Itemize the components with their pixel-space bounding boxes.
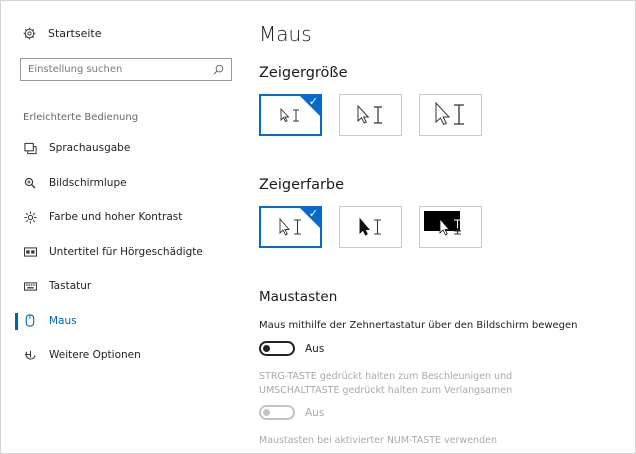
mouse-keys-toggle[interactable] xyxy=(259,341,295,356)
main-content: Maus Zeigergröße ✓ Zeigerfarbe ✓ Maustas… xyxy=(259,1,629,453)
sidebar-item-label: Untertitel für Hörgeschädigte xyxy=(49,245,203,258)
more-options-icon xyxy=(23,348,37,362)
mouse-keys-toggle-row: Aus xyxy=(259,341,324,356)
pointer-color-white-tile[interactable]: ✓ xyxy=(259,206,322,248)
mouse-keys-description: Maus mithilfe der Zehnertastatur über de… xyxy=(259,320,578,331)
toggle-knob xyxy=(263,345,270,352)
speed-toggle[interactable] xyxy=(259,405,295,420)
pointer-cursor-icon xyxy=(435,102,464,126)
pointer-size-options: ✓ xyxy=(259,94,482,136)
speed-toggle-row: Aus xyxy=(259,405,324,420)
check-icon: ✓ xyxy=(308,95,318,108)
search-icon[interactable] xyxy=(213,64,224,75)
pointer-cursor-icon xyxy=(357,104,382,124)
sidebar-item-color-contrast[interactable]: Farbe und hoher Kontrast xyxy=(1,200,241,235)
magnifier-icon xyxy=(23,176,37,190)
search-box[interactable] xyxy=(20,58,232,81)
keyboard-icon xyxy=(23,279,37,293)
search-input[interactable] xyxy=(28,64,213,75)
sidebar: Startseite Erleichterte Bedienung Sprach… xyxy=(1,1,241,453)
page-title: Maus xyxy=(259,22,312,46)
numlock-description: Maustasten bei aktivierter NUM-TASTE ver… xyxy=(259,435,497,446)
ctrl-shift-description-line2: UMSCHALTTASTE gedrückt halten zum Verlan… xyxy=(259,385,513,396)
home-label: Startseite xyxy=(48,27,102,40)
section-label: Erleichterte Bedienung xyxy=(23,112,139,123)
mouse-icon xyxy=(23,314,37,328)
narrator-icon xyxy=(23,141,37,155)
brightness-icon xyxy=(23,210,37,224)
pointer-size-large-tile[interactable] xyxy=(419,94,482,136)
pointer-color-inverted-tile[interactable] xyxy=(419,206,482,248)
pointer-size-heading: Zeigergröße xyxy=(259,65,348,81)
toggle-state-label: Aus xyxy=(305,342,325,355)
sidebar-item-label: Maus xyxy=(49,314,77,327)
sidebar-nav: Sprachausgabe Bildschirmlupe Farbe und h… xyxy=(1,131,241,373)
sidebar-item-label: Sprachausgabe xyxy=(49,142,131,155)
home-link[interactable]: Startseite xyxy=(23,27,102,40)
toggle-knob xyxy=(263,409,270,416)
sidebar-item-magnifier[interactable]: Bildschirmlupe xyxy=(1,166,241,201)
sidebar-item-more-options[interactable]: Weitere Optionen xyxy=(1,338,241,373)
pointer-size-small-tile[interactable]: ✓ xyxy=(259,94,322,136)
closed-captions-icon xyxy=(23,245,37,259)
sidebar-item-mouse[interactable]: Maus xyxy=(1,304,241,339)
ctrl-shift-description-line1: STRG-TASTE gedrückt halten zum Beschleun… xyxy=(259,371,513,382)
pointer-color-heading: Zeigerfarbe xyxy=(259,177,345,193)
pointer-color-black-tile[interactable] xyxy=(339,206,402,248)
pointer-cursor-icon xyxy=(439,217,461,236)
check-icon: ✓ xyxy=(308,207,318,220)
pointer-color-options: ✓ xyxy=(259,206,482,248)
mouse-keys-heading: Maustasten xyxy=(259,289,338,305)
pointer-cursor-icon xyxy=(359,217,381,236)
sidebar-item-label: Farbe und hoher Kontrast xyxy=(49,211,183,224)
sidebar-item-label: Tastatur xyxy=(49,280,92,293)
pointer-size-medium-tile[interactable] xyxy=(339,94,402,136)
settings-window: Startseite Erleichterte Bedienung Sprach… xyxy=(0,0,636,454)
sidebar-item-closed-captions[interactable]: Untertitel für Hörgeschädigte xyxy=(1,235,241,270)
sidebar-item-label: Bildschirmlupe xyxy=(49,176,127,189)
toggle-state-label: Aus xyxy=(305,406,325,419)
sidebar-item-narrator[interactable]: Sprachausgabe xyxy=(1,131,241,166)
sidebar-item-label: Weitere Optionen xyxy=(49,349,141,362)
sidebar-item-keyboard[interactable]: Tastatur xyxy=(1,269,241,304)
gear-icon xyxy=(23,27,36,40)
